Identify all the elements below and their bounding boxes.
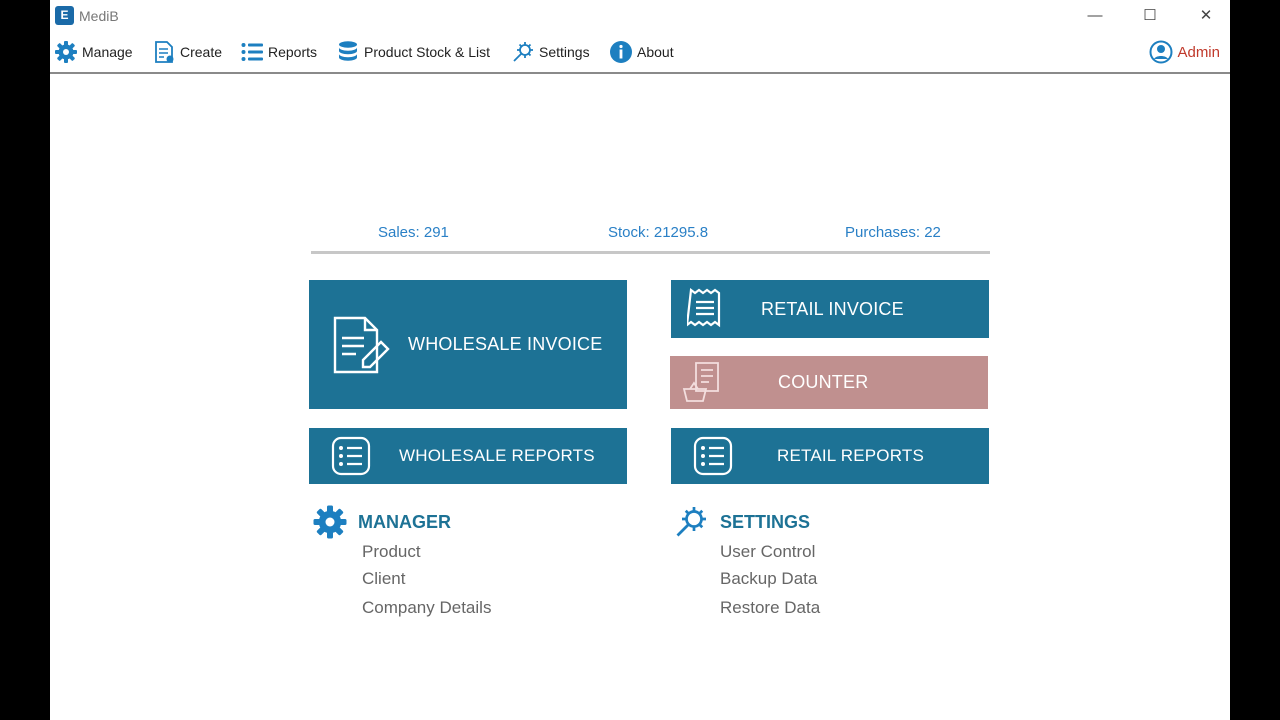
wrench-gear-icon [513, 42, 533, 62]
wrench-gear-icon [676, 507, 706, 537]
menu-reports-label: Reports [268, 44, 318, 60]
menu-manage-label: Manage [82, 44, 133, 60]
user-name: Admin [1177, 43, 1220, 61]
settings-link-backup-data[interactable]: Backup Data [720, 569, 817, 589]
counter-basket-icon [682, 361, 719, 402]
menu-reports[interactable]: Reports [240, 40, 317, 64]
window-title: MediB [79, 8, 119, 24]
manager-link-product[interactable]: Product [362, 542, 421, 562]
menu-about[interactable]: About [609, 40, 674, 64]
list-icon [241, 43, 263, 61]
document-icon [155, 41, 174, 63]
counter-label: COUNTER [778, 372, 869, 392]
menu-create-label: Create [180, 44, 223, 60]
menu-product-stock-label: Product Stock & List [364, 44, 491, 60]
user-avatar-icon [1149, 40, 1173, 64]
counter-button[interactable]: COUNTER [670, 356, 988, 409]
menu-product-stock[interactable]: Product Stock & List [336, 40, 490, 64]
menu-bar: Manage Create Reports Product Stock & Li… [50, 34, 1230, 72]
title-bar: E MediB — ☐ ✕ [50, 0, 1230, 34]
stat-purchases: Purchases: 22 [845, 224, 941, 241]
app-window: E MediB — ☐ ✕ Manage Create Reports Prod… [50, 0, 1230, 720]
settings-link-user-control[interactable]: User Control [720, 542, 815, 562]
minimize-button[interactable]: — [1072, 0, 1118, 32]
report-list-icon [331, 436, 371, 476]
retail-invoice-button[interactable]: RETAIL INVOICE [671, 280, 989, 338]
gear-icon [313, 505, 347, 539]
retail-reports-label: RETAIL REPORTS [777, 446, 925, 465]
manager-link-company-details[interactable]: Company Details [362, 598, 491, 618]
menu-create[interactable]: Create [152, 40, 222, 64]
stats-divider [311, 251, 990, 254]
receipt-icon [687, 288, 721, 328]
settings-link-restore-data[interactable]: Restore Data [720, 598, 820, 618]
manager-section-header: MANAGER [312, 504, 451, 540]
close-button[interactable]: ✕ [1183, 0, 1229, 32]
wholesale-invoice-label: WHOLESALE INVOICE [408, 334, 603, 354]
manager-title: MANAGER [358, 511, 451, 532]
menu-divider [50, 72, 1230, 74]
menu-manage[interactable]: Manage [54, 40, 133, 64]
menu-settings[interactable]: Settings [511, 40, 590, 64]
retail-invoice-label: RETAIL INVOICE [761, 298, 904, 319]
wholesale-invoice-button[interactable]: WHOLESALE INVOICE [309, 280, 627, 409]
app-logo-icon: E [55, 6, 74, 25]
menu-about-label: About [637, 44, 674, 60]
menu-settings-label: Settings [539, 44, 590, 60]
manager-link-client[interactable]: Client [362, 569, 405, 589]
maximize-button[interactable]: ☐ [1127, 0, 1173, 32]
report-list-icon [693, 436, 733, 476]
wholesale-reports-label: WHOLESALE REPORTS [399, 446, 595, 465]
settings-section-header: SETTINGS [672, 504, 810, 540]
user-menu[interactable]: Admin [1149, 40, 1220, 64]
stat-stock: Stock: 21295.8 [608, 224, 709, 241]
info-icon [610, 41, 632, 63]
retail-reports-button[interactable]: RETAIL REPORTS [671, 428, 989, 484]
wholesale-reports-button[interactable]: WHOLESALE REPORTS [309, 428, 627, 484]
invoice-edit-icon [333, 316, 390, 373]
stat-sales: Sales: 291 [378, 224, 449, 241]
settings-title: SETTINGS [720, 511, 811, 532]
gear-icon [55, 41, 77, 63]
database-icon [339, 41, 357, 61]
